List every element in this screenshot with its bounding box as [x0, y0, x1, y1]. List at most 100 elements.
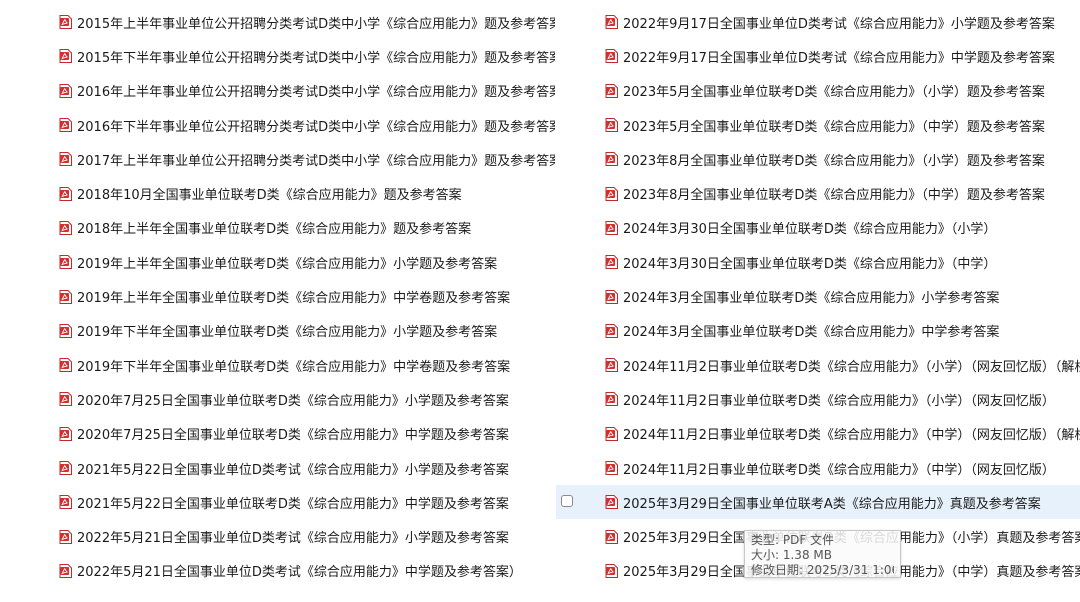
pdf-file-icon [59, 49, 72, 64]
pdf-file-icon [605, 83, 618, 98]
file-item[interactable]: 2024年11月2日事业单位联考D类《综合应用能力》（中学）（网友回忆版）（解析 [556, 417, 1080, 451]
file-list-left: 2015年上半年事业单位公开招聘分类考试D类中小学《综合应用能力》题及参考答案 2… [55, 5, 555, 588]
pdf-file-icon [59, 289, 72, 304]
file-item[interactable]: 2024年11月2日事业单位联考D类《综合应用能力》（小学）（网友回忆版）（解析 [556, 348, 1080, 382]
file-item[interactable]: 2019年上半年全国事业单位联考D类《综合应用能力》中学卷题及参考答案 [55, 279, 555, 313]
file-name: 2025年3月29日全国事业单位联考A类《综合应用能力》真题及参考答案 [623, 496, 1041, 512]
file-item[interactable]: 2024年3月30日全国事业单位联考D类《综合应用能力》（小学） [556, 211, 1080, 245]
file-item[interactable]: 2015年下半年事业单位公开招聘分类考试D类中小学《综合应用能力》题及参考答案 [55, 39, 555, 73]
pdf-file-icon [605, 152, 618, 167]
pdf-file-icon [605, 186, 618, 201]
pdf-file-icon [59, 323, 72, 338]
pdf-file-icon [59, 495, 72, 510]
file-item[interactable]: 2024年3月全国事业单位联考D类《综合应用能力》小学参考答案 [556, 279, 1080, 313]
file-item[interactable]: 2024年3月30日全国事业单位联考D类《综合应用能力》（中学） [556, 245, 1080, 279]
file-item[interactable]: 2022年5月21日全国事业单位D类考试《综合应用能力》中学题及参考答案） [55, 554, 555, 588]
pdf-file-icon [59, 392, 72, 407]
pdf-file-icon [59, 15, 72, 30]
file-name: 2023年8月全国事业单位联考D类《综合应用能力》（小学）题及参考答案 [623, 153, 1045, 169]
file-item[interactable]: 2016年下半年事业单位公开招聘分类考试D类中小学《综合应用能力》题及参考答案 [55, 108, 555, 142]
file-name: 2019年上半年全国事业单位联考D类《综合应用能力》小学题及参考答案 [77, 256, 498, 272]
pdf-file-icon [605, 461, 618, 475]
pdf-file-icon [605, 118, 618, 133]
file-item[interactable]: 2015年上半年事业单位公开招聘分类考试D类中小学《综合应用能力》题及参考答案 [55, 5, 555, 39]
file-name: 2024年3月全国事业单位联考D类《综合应用能力》中学参考答案 [623, 325, 1000, 341]
file-name: 2024年11月2日事业单位联考D类《综合应用能力》（小学）（网友回忆版）（解析 [623, 359, 1080, 375]
file-list-right: 2022年9月17日全国事业单位D类考试《综合应用能力》小学题及参考答案 2022… [556, 5, 1080, 588]
file-item[interactable]: 2023年5月全国事业单位联考D类《综合应用能力》（小学）题及参考答案 [556, 74, 1080, 108]
file-item[interactable]: 2019年下半年全国事业单位联考D类《综合应用能力》小学题及参考答案 [55, 314, 555, 348]
pdf-file-icon [59, 220, 72, 235]
pdf-file-icon [59, 186, 72, 201]
file-item[interactable]: 2023年5月全国事业单位联考D类《综合应用能力》（中学）题及参考答案 [556, 108, 1080, 142]
file-item[interactable]: 2021年5月22日全国事业单位D类考试《综合应用能力》小学题及参考答案 [55, 451, 555, 485]
file-name: 2016年上半年事业单位公开招聘分类考试D类中小学《综合应用能力》题及参考答案 [77, 85, 555, 101]
file-name: 2019年上半年全国事业单位联考D类《综合应用能力》中学卷题及参考答案 [77, 291, 511, 307]
file-name: 2021年5月22日全国事业单位联考D类《综合应用能力》中学题及参考答案 [77, 496, 509, 512]
pdf-file-icon [59, 118, 72, 133]
pdf-file-icon [59, 255, 72, 270]
tooltip-modified: 修改日期: 2025/3/31 1:06 [751, 563, 894, 577]
pdf-file-icon [59, 83, 72, 98]
select-checkbox[interactable] [561, 495, 573, 508]
file-item[interactable]: 2019年上半年全国事业单位联考D类《综合应用能力》小学题及参考答案 [55, 245, 555, 279]
tooltip-size: 大小: 1.38 MB [751, 548, 832, 562]
pdf-file-icon [59, 358, 72, 373]
file-name: 2015年上半年事业单位公开招聘分类考试D类中小学《综合应用能力》题及参考答案 [77, 16, 555, 32]
file-item[interactable]: 2022年9月17日全国事业单位D类考试《综合应用能力》中学题及参考答案 [556, 39, 1080, 73]
pdf-file-icon [605, 426, 618, 441]
file-name: 2022年9月17日全国事业单位D类考试《综合应用能力》中学题及参考答案 [623, 50, 1055, 66]
pdf-file-icon [59, 426, 72, 441]
pdf-file-icon [605, 529, 618, 544]
file-item[interactable]: 2024年11月2日事业单位联考D类《综合应用能力》（小学）（网友回忆版） [556, 382, 1080, 416]
file-name: 2020年7月25日全国事业单位联考D类《综合应用能力》中学题及参考答案 [77, 428, 509, 444]
file-name: 2023年8月全国事业单位联考D类《综合应用能力》（中学）题及参考答案 [623, 188, 1045, 204]
pdf-file-icon [59, 461, 72, 475]
pdf-file-icon [605, 49, 618, 64]
pdf-file-icon [59, 152, 72, 167]
file-name: 2019年下半年全国事业单位联考D类《综合应用能力》小学题及参考答案 [77, 325, 498, 341]
file-name: 2024年3月30日全国事业单位联考D类《综合应用能力》（小学） [623, 222, 997, 238]
file-item[interactable]: 2022年9月17日全国事业单位D类考试《综合应用能力》小学题及参考答案 [556, 5, 1080, 39]
file-item[interactable]: 2016年上半年事业单位公开招聘分类考试D类中小学《综合应用能力》题及参考答案 [55, 74, 555, 108]
pdf-file-icon [605, 495, 618, 510]
file-item[interactable]: 2018年10月全国事业单位联考D类《综合应用能力》题及参考答案 [55, 176, 555, 210]
file-name: 2024年11月2日事业单位联考D类《综合应用能力》（中学）（网友回忆版） [623, 462, 1055, 478]
file-name: 2024年11月2日事业单位联考D类《综合应用能力》（小学）（网友回忆版） [623, 393, 1055, 409]
file-item[interactable]: 2025年3月29日全国事业单位联考A类《综合应用能力》真题及参考答案 [556, 485, 1080, 520]
pdf-file-icon [605, 255, 618, 270]
file-name: 2020年7月25日全国事业单位联考D类《综合应用能力》小学题及参考答案 [77, 393, 509, 409]
file-name: 2022年5月21日全国事业单位D类考试《综合应用能力》中学题及参考答案） [77, 565, 522, 581]
pdf-file-icon [605, 289, 618, 304]
file-item[interactable]: 2021年5月22日全国事业单位联考D类《综合应用能力》中学题及参考答案 [55, 485, 555, 519]
file-name: 2016年下半年事业单位公开招聘分类考试D类中小学《综合应用能力》题及参考答案 [77, 119, 555, 135]
file-name: 2018年10月全国事业单位联考D类《综合应用能力》题及参考答案 [77, 188, 462, 204]
file-item[interactable]: 2024年11月2日事业单位联考D类《综合应用能力》（中学）（网友回忆版） [556, 451, 1080, 485]
pdf-file-icon [59, 529, 72, 544]
pdf-file-icon [59, 563, 72, 578]
file-item[interactable]: 2017年上半年事业单位公开招聘分类考试D类中小学《综合应用能力》题及参考答案 [55, 142, 555, 176]
file-name: 2023年5月全国事业单位联考D类《综合应用能力》（小学）题及参考答案 [623, 85, 1045, 101]
pdf-file-icon [605, 15, 618, 30]
file-name: 2017年上半年事业单位公开招聘分类考试D类中小学《综合应用能力》题及参考答案 [77, 153, 555, 169]
pdf-file-icon [605, 563, 618, 578]
file-item[interactable]: 2018年上半年全国事业单位联考D类《综合应用能力》题及参考答案 [55, 211, 555, 245]
file-info-tooltip: 类型: PDF 文件 大小: 1.38 MB 修改日期: 2025/3/31 1… [744, 530, 901, 578]
pdf-file-icon [605, 392, 618, 407]
file-item[interactable]: 2023年8月全国事业单位联考D类《综合应用能力》（小学）题及参考答案 [556, 142, 1080, 176]
file-item[interactable]: 2019年下半年全国事业单位联考D类《综合应用能力》中学卷题及参考答案 [55, 348, 555, 382]
file-name: 2022年5月21日全国事业单位D类考试《综合应用能力》小学题及参考答案 [77, 531, 509, 547]
pdf-file-icon [605, 323, 618, 338]
file-name: 2024年3月30日全国事业单位联考D类《综合应用能力》（中学） [623, 256, 997, 272]
file-item[interactable]: 2023年8月全国事业单位联考D类《综合应用能力》（中学）题及参考答案 [556, 176, 1080, 210]
file-name: 2021年5月22日全国事业单位D类考试《综合应用能力》小学题及参考答案 [77, 462, 509, 478]
file-name: 2019年下半年全国事业单位联考D类《综合应用能力》中学卷题及参考答案 [77, 359, 511, 375]
file-item[interactable]: 2024年3月全国事业单位联考D类《综合应用能力》中学参考答案 [556, 314, 1080, 348]
file-name: 2023年5月全国事业单位联考D类《综合应用能力》（中学）题及参考答案 [623, 119, 1045, 135]
file-name: 2022年9月17日全国事业单位D类考试《综合应用能力》小学题及参考答案 [623, 16, 1055, 32]
file-item[interactable]: 2020年7月25日全国事业单位联考D类《综合应用能力》中学题及参考答案 [55, 417, 555, 451]
file-item[interactable]: 2020年7月25日全国事业单位联考D类《综合应用能力》小学题及参考答案 [55, 382, 555, 416]
pdf-file-icon [605, 358, 618, 373]
file-name: 2018年上半年全国事业单位联考D类《综合应用能力》题及参考答案 [77, 222, 472, 238]
file-item[interactable]: 2022年5月21日全国事业单位D类考试《综合应用能力》小学题及参考答案 [55, 519, 555, 553]
